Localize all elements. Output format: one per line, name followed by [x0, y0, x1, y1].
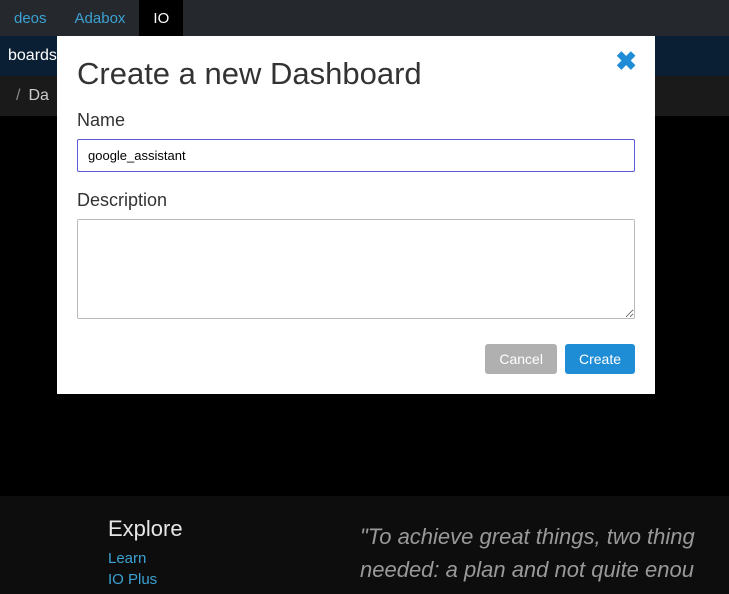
modal-footer: Cancel Create	[77, 344, 635, 374]
create-dashboard-modal: ✖ Create a new Dashboard Name Descriptio…	[57, 36, 655, 394]
breadcrumb-current[interactable]: Da	[28, 87, 48, 105]
name-label: Name	[77, 110, 635, 131]
close-icon[interactable]: ✖	[615, 48, 637, 74]
footer-quote: "To achieve great things, two thing need…	[360, 520, 695, 586]
breadcrumb-separator: /	[16, 87, 20, 105]
nav-item-adabox[interactable]: Adabox	[61, 0, 140, 36]
create-button[interactable]: Create	[565, 344, 635, 374]
modal-title: Create a new Dashboard	[77, 56, 635, 92]
name-input[interactable]	[77, 139, 635, 172]
cancel-button[interactable]: Cancel	[485, 344, 557, 374]
description-textarea[interactable]	[77, 219, 635, 319]
description-label: Description	[77, 190, 635, 211]
nav-item-videos[interactable]: deos	[0, 0, 61, 36]
nav-item-io[interactable]: IO	[139, 0, 183, 36]
top-nav: deos Adabox IO	[0, 0, 729, 36]
sub-nav-item[interactable]: boards	[8, 47, 57, 65]
